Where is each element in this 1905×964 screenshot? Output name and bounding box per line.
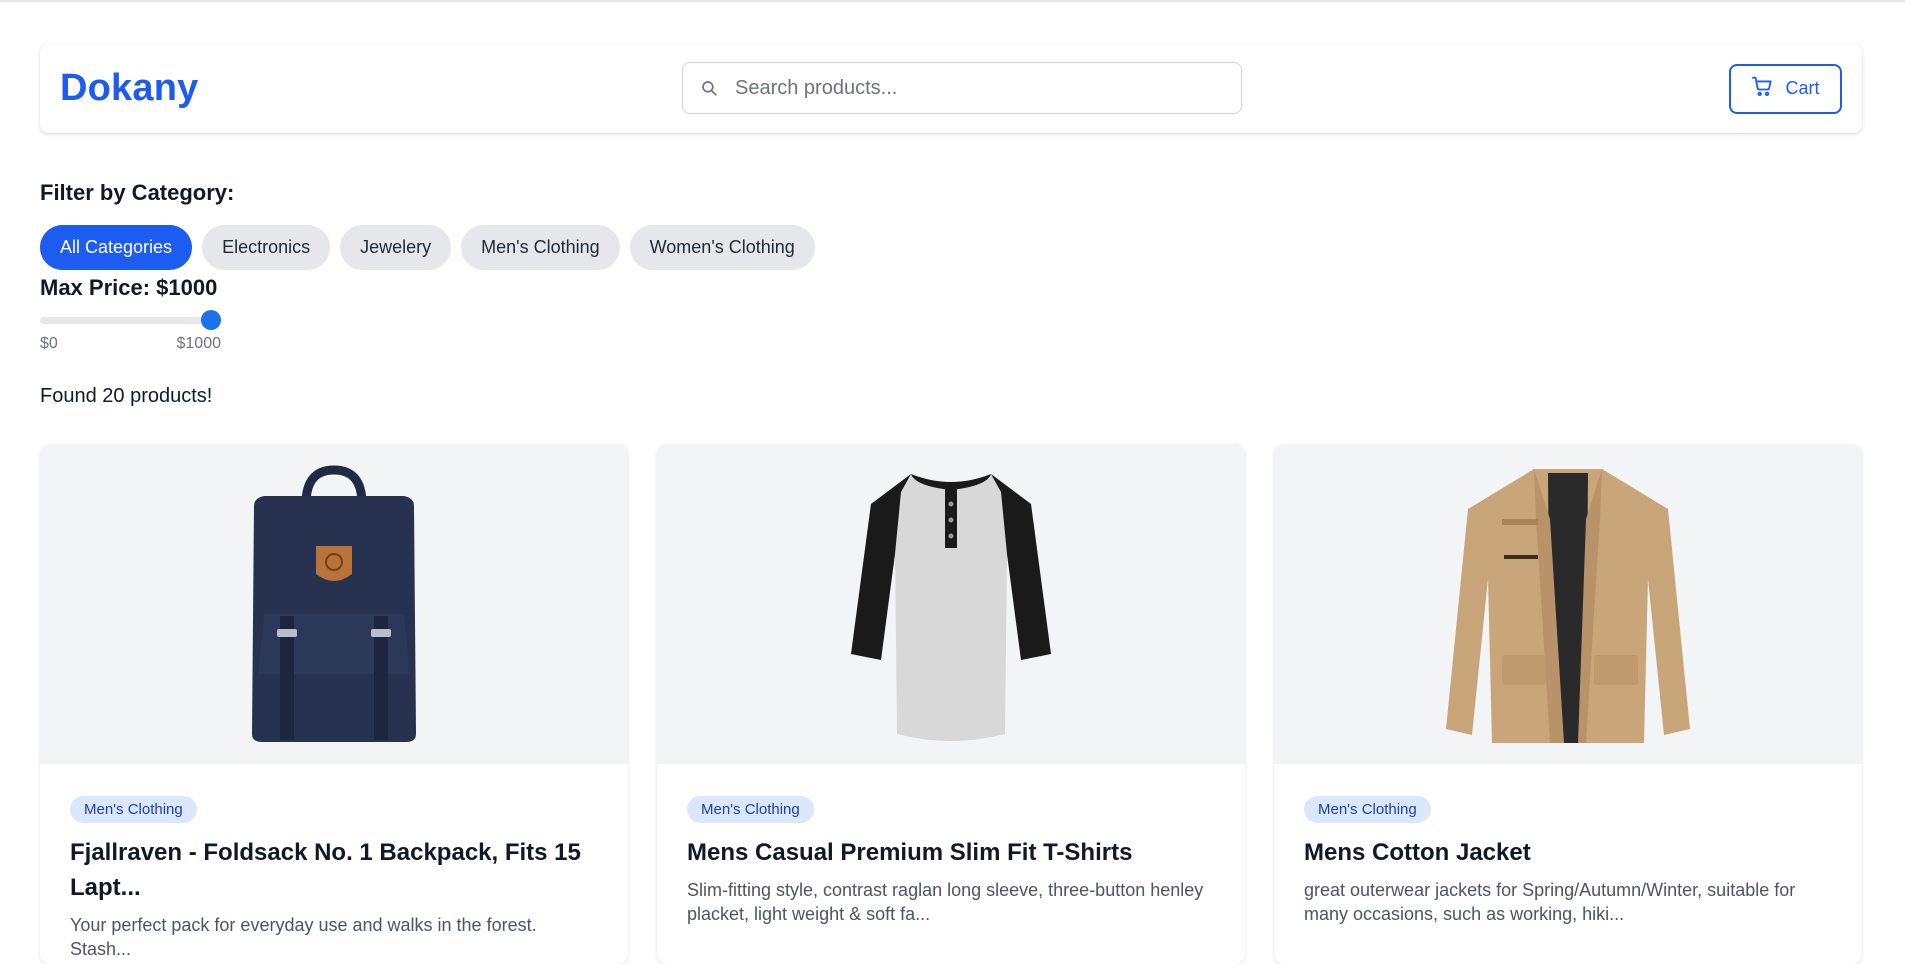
chip-mens-clothing[interactable]: Men's Clothing [461,225,620,270]
site-header: Dokany Cart [40,44,1862,133]
product-description: great outerwear jackets for Spring/Autum… [1304,880,1796,924]
product-description: Your perfect pack for everyday use and w… [70,915,537,959]
chip-all-categories[interactable]: All Categories [40,225,193,270]
top-border [0,0,1905,2]
max-price-title: Max Price: $1000 [40,275,218,300]
product-image-jacket[interactable] [1274,444,1862,764]
search-icon [683,79,735,97]
product-title[interactable]: Mens Cotton Jacket [1304,835,1832,870]
cart-button[interactable]: Cart [1729,63,1842,114]
product-card[interactable]: Men's Clothing Mens Cotton Jacket great … [1274,444,1862,964]
search-input[interactable] [735,63,1241,113]
slider-fill [40,317,211,324]
product-title[interactable]: Fjallraven - Foldsack No. 1 Backpack, Fi… [70,835,598,905]
results-count: Found 20 products! [40,385,213,407]
search-box[interactable] [682,62,1242,114]
page-container: Dokany Cart Filter by Category: All Cate… [40,44,1862,964]
site-logo[interactable]: Dokany [60,67,198,110]
category-badge: Men's Clothing [1304,796,1431,823]
chip-electronics[interactable]: Electronics [202,225,331,270]
category-badge: Men's Clothing [687,796,814,823]
chip-jewelery[interactable]: Jewelery [340,225,452,270]
chip-womens-clothing[interactable]: Women's Clothing [629,225,815,270]
price-min-label: $0 [40,335,58,352]
category-chips: All Categories Electronics Jewelery Men'… [40,225,1862,270]
price-max-label: $1000 [176,335,222,352]
price-slider[interactable] [40,309,221,331]
product-card[interactable]: Men's Clothing Fjallraven - Foldsack No.… [40,444,628,964]
cart-icon [1751,75,1773,102]
product-image-tshirt[interactable] [657,444,1245,764]
product-grid: Men's Clothing Fjallraven - Foldsack No.… [40,444,1862,964]
category-filter-title: Filter by Category: [40,180,235,205]
slider-thumb[interactable] [201,310,221,330]
price-range-labels: $0 $1000 [40,335,221,353]
product-image-backpack[interactable] [40,444,628,764]
category-badge: Men's Clothing [70,796,197,823]
cart-label: Cart [1785,78,1820,98]
product-description: Slim-fitting style, contrast raglan long… [687,880,1204,924]
product-title[interactable]: Mens Casual Premium Slim Fit T-Shirts [687,835,1215,870]
product-card[interactable]: Men's Clothing Mens Casual Premium Slim … [657,444,1245,964]
